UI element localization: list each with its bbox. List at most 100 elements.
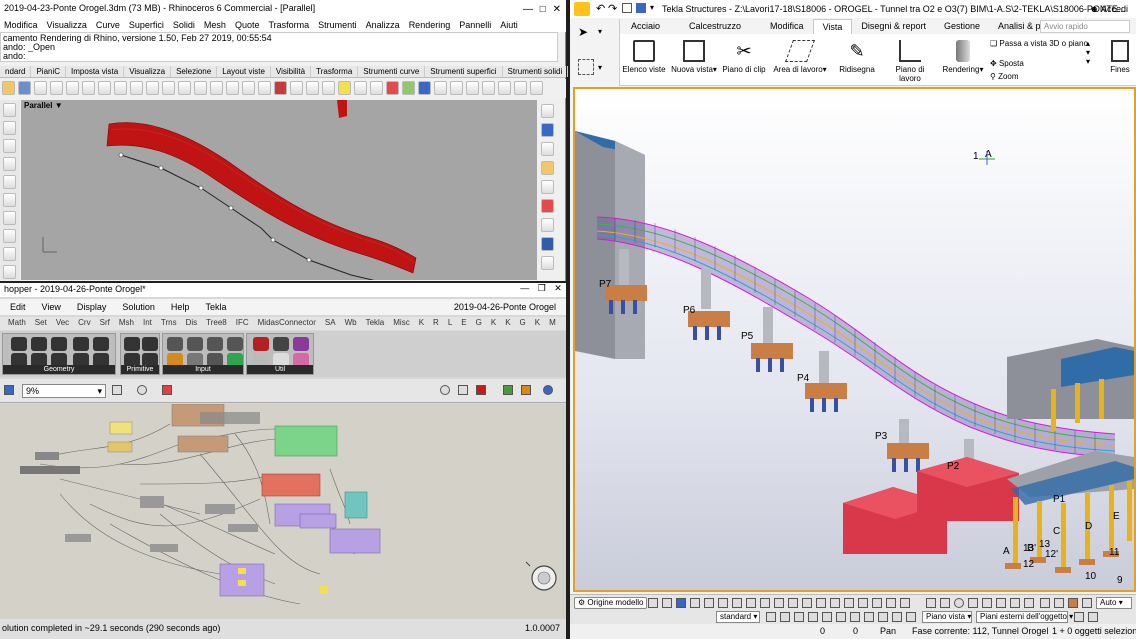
camera-panel-icon[interactable] bbox=[541, 237, 554, 251]
gh-tab[interactable]: Crv bbox=[78, 318, 90, 329]
gh-tab[interactable]: Trns bbox=[161, 318, 177, 329]
finestre-button[interactable]: Fines bbox=[1104, 34, 1136, 86]
eye-icon[interactable] bbox=[137, 385, 147, 395]
geometry-icon[interactable] bbox=[93, 337, 109, 351]
select-components-icon[interactable] bbox=[732, 598, 742, 608]
pan-icon[interactable] bbox=[662, 598, 672, 608]
environment-icon[interactable] bbox=[418, 81, 431, 95]
display-panel-icon[interactable] bbox=[541, 142, 554, 156]
close-icon[interactable]: ✕ bbox=[553, 4, 561, 15]
value-list-icon[interactable] bbox=[227, 337, 243, 351]
gh-canvas[interactable] bbox=[0, 404, 566, 619]
select-views-icon[interactable] bbox=[788, 598, 798, 608]
save-icon[interactable] bbox=[636, 3, 646, 13]
tab-imposta-vista[interactable]: Imposta vista bbox=[66, 66, 125, 77]
gh-group-label[interactable]: Geometry bbox=[3, 365, 115, 374]
gh-tab[interactable]: Tree8 bbox=[206, 318, 227, 329]
maximize-icon[interactable]: □ bbox=[540, 4, 546, 15]
mesh-preview-icon[interactable] bbox=[503, 385, 513, 395]
curve-icon[interactable] bbox=[3, 229, 16, 243]
texture-icon[interactable] bbox=[402, 81, 415, 95]
flask-icon[interactable] bbox=[293, 337, 309, 351]
gh-tab[interactable]: L bbox=[448, 318, 452, 329]
snap-any-icon[interactable] bbox=[1024, 598, 1034, 608]
gh-tab[interactable]: Wb bbox=[345, 318, 357, 329]
gh-tab[interactable]: K bbox=[505, 318, 510, 329]
piano-di-lavoro-button[interactable]: Piano di lavoro bbox=[884, 34, 936, 86]
snap-intersection-icon[interactable] bbox=[982, 598, 992, 608]
light-icon[interactable] bbox=[338, 81, 351, 95]
select-reference-icon[interactable] bbox=[872, 598, 882, 608]
rectangle-icon[interactable] bbox=[3, 211, 16, 225]
gh-tab[interactable]: K bbox=[535, 318, 540, 329]
gh-menu-edit[interactable]: Edit bbox=[10, 302, 26, 312]
gh-tab[interactable]: Vec bbox=[56, 318, 69, 329]
signin-link[interactable]: ☻ Accedi bbox=[1090, 4, 1129, 14]
snap-perpendicular-icon[interactable] bbox=[996, 598, 1006, 608]
gh-tab[interactable]: Msh bbox=[119, 318, 134, 329]
save-icon[interactable] bbox=[18, 81, 31, 95]
gh-tab[interactable]: Int bbox=[143, 318, 152, 329]
tab-trasforma[interactable]: Trasforma bbox=[311, 66, 359, 77]
grasshopper-icon[interactable] bbox=[482, 81, 495, 95]
snap-mid-icon[interactable] bbox=[968, 598, 978, 608]
gh-group-label[interactable]: Input bbox=[163, 365, 243, 374]
arrow-right-icon[interactable] bbox=[273, 337, 289, 351]
lock-icon[interactable] bbox=[794, 612, 804, 622]
select-pours-icon[interactable] bbox=[886, 598, 896, 608]
car-icon[interactable] bbox=[274, 81, 287, 95]
rhino-viewport[interactable]: Parallel ▼ bbox=[21, 100, 537, 280]
rotate-view-icon[interactable] bbox=[146, 81, 159, 95]
origin-model-button[interactable]: ⚙ Origine modello bbox=[574, 597, 648, 609]
solid-icon[interactable] bbox=[3, 265, 16, 279]
point-icon[interactable] bbox=[864, 612, 874, 622]
minimize-icon[interactable]: — bbox=[523, 4, 533, 15]
libraries-icon[interactable] bbox=[541, 161, 554, 175]
zoom-icon[interactable] bbox=[162, 81, 175, 95]
pointer-icon[interactable] bbox=[648, 598, 658, 608]
menu-curve[interactable]: Curve bbox=[96, 20, 120, 30]
pin-icon[interactable] bbox=[850, 612, 860, 622]
select-all-icon[interactable] bbox=[676, 598, 686, 608]
line-icon[interactable] bbox=[3, 139, 16, 153]
select-welds-icon[interactable] bbox=[718, 598, 728, 608]
menu-superfici[interactable]: Superfici bbox=[129, 20, 164, 30]
preview-icon[interactable] bbox=[440, 385, 450, 395]
gh-tab[interactable]: Set bbox=[35, 318, 47, 329]
paste-icon[interactable] bbox=[98, 81, 111, 95]
material-icon[interactable] bbox=[370, 81, 383, 95]
menu-analizza[interactable]: Analizza bbox=[366, 20, 400, 30]
four-views-icon[interactable] bbox=[242, 81, 255, 95]
command-prompt[interactable]: ando: bbox=[3, 52, 555, 61]
polyline-icon[interactable] bbox=[3, 157, 16, 171]
open-icon[interactable] bbox=[2, 81, 15, 95]
rendering-button[interactable]: Rendering▾ bbox=[938, 34, 988, 86]
save-icon[interactable] bbox=[4, 385, 14, 395]
snap-end-icon[interactable] bbox=[926, 598, 936, 608]
tab-acciaio[interactable]: Acciaio bbox=[622, 19, 669, 34]
menu-pannelli[interactable]: Pannelli bbox=[459, 20, 491, 30]
snap-override-icon[interactable] bbox=[1068, 598, 1078, 608]
nuova-vista-button[interactable]: Nuova vista▾ bbox=[670, 34, 718, 86]
zoom-selected-icon[interactable] bbox=[210, 81, 223, 95]
tab-strumenti-superfici[interactable]: Strumenti superfici bbox=[425, 66, 503, 77]
gh-tab[interactable]: Dis bbox=[186, 318, 198, 329]
select-planes-icon[interactable] bbox=[774, 598, 784, 608]
primitive-icon[interactable] bbox=[142, 337, 158, 351]
restore-icon[interactable]: ❐ bbox=[538, 283, 546, 297]
elenco-viste-button[interactable]: Elenco viste bbox=[620, 34, 668, 86]
options-icon[interactable] bbox=[466, 81, 479, 95]
surface-icon[interactable] bbox=[3, 247, 16, 261]
tab-modifica[interactable]: Modifica bbox=[750, 19, 813, 34]
menu-aiuti[interactable]: Aiuti bbox=[500, 20, 518, 30]
pan-hand-icon[interactable] bbox=[130, 81, 143, 95]
gh-tab[interactable]: SA bbox=[325, 318, 336, 329]
new-icon[interactable] bbox=[622, 3, 632, 13]
area-di-lavoro-button[interactable]: Area di lavoro▾ bbox=[770, 34, 830, 86]
sketch-icon[interactable] bbox=[162, 385, 172, 395]
gh-tab[interactable]: Tekla bbox=[366, 318, 385, 329]
gh-tab[interactable]: M bbox=[549, 318, 556, 329]
filter-icon[interactable] bbox=[780, 612, 790, 622]
select-grids-icon[interactable] bbox=[760, 598, 770, 608]
geometry-icon[interactable] bbox=[31, 337, 47, 351]
